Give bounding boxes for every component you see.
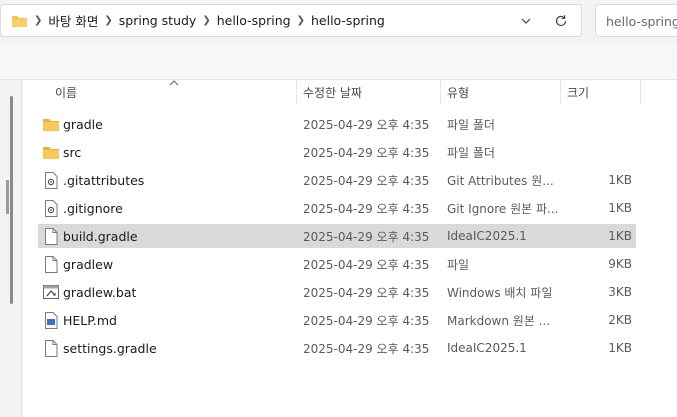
file-name: gradle <box>63 116 103 132</box>
nav-scroll-marker <box>6 180 9 214</box>
column-header-date[interactable]: 수정한 날짜 <box>303 80 433 104</box>
file-row[interactable]: gradlew.bat 2025-04-29 오후 4:35 Windows 배치 … <box>38 280 636 304</box>
column-divider[interactable] <box>440 80 441 104</box>
refresh-icon[interactable] <box>553 13 569 29</box>
batch-file-icon <box>41 280 61 304</box>
column-header-row: 이름 수정한 날짜 유형 크기 <box>23 80 677 104</box>
breadcrumb-item[interactable]: spring study <box>119 13 197 28</box>
address-bar[interactable]: ❯ 바탕 화면 ❯ spring study ❯ hello-spring ❯ … <box>0 4 582 37</box>
file-date: 2025-04-29 오후 4:35 <box>303 341 430 356</box>
navigation-pane[interactable] <box>0 80 22 417</box>
breadcrumb-item[interactable]: hello-spring <box>311 13 385 28</box>
breadcrumb-item[interactable]: 바탕 화면 <box>48 11 98 30</box>
file-date: 2025-04-29 오후 4:35 <box>303 285 430 300</box>
file-name: HELP.md <box>63 312 117 328</box>
file-name: src <box>63 144 82 160</box>
file-row[interactable]: gradlew 2025-04-29 오후 4:35 파일 9KB <box>38 252 636 276</box>
file-row[interactable]: build.gradle 2025-04-29 오후 4:35 IdeaIC2025… <box>38 224 636 248</box>
file-type: Git Ignore 원본 파... <box>447 201 559 216</box>
file-name: .gitattributes <box>63 172 145 188</box>
file-type: 파일 폴더 <box>447 145 495 160</box>
file-date: 2025-04-29 오후 4:35 <box>303 229 430 244</box>
file-icon <box>41 224 61 248</box>
file-size: 1KB <box>608 341 632 355</box>
folder-icon <box>41 140 61 164</box>
file-size: 3KB <box>608 285 632 299</box>
column-divider[interactable] <box>560 80 561 104</box>
file-date: 2025-04-29 오후 4:35 <box>303 257 430 272</box>
file-row[interactable]: settings.gradle 2025-04-29 오후 4:35 IdeaIC2… <box>38 336 636 360</box>
file-date: 2025-04-29 오후 4:35 <box>303 173 430 188</box>
file-type: IdeaIC2025.1 <box>447 229 527 243</box>
file-size: 2KB <box>608 313 632 327</box>
chevron-down-icon[interactable] <box>519 14 533 28</box>
file-icon <box>41 336 61 360</box>
breadcrumb-item[interactable]: hello-spring <box>217 13 291 28</box>
file-row[interactable]: gradle 2025-04-29 오후 4:35 파일 폴더 <box>38 112 636 136</box>
file-size: 1KB <box>608 229 632 243</box>
file-name: gradlew.bat <box>63 284 137 300</box>
search-placeholder: hello-spring 검 <box>606 14 677 29</box>
file-type: Git Attributes 원... <box>447 173 554 188</box>
file-name: .gitignore <box>63 200 123 216</box>
file-type: Windows 배치 파일 <box>447 285 553 300</box>
file-type: Markdown 원본 ... <box>447 313 551 328</box>
chevron-right-icon[interactable]: ❯ <box>202 15 210 26</box>
settings-file-icon <box>41 168 61 192</box>
column-header-type[interactable]: 유형 <box>447 80 557 104</box>
file-row[interactable]: src 2025-04-29 오후 4:35 파일 폴더 <box>38 140 636 164</box>
file-date: 2025-04-29 오후 4:35 <box>303 313 430 328</box>
chevron-right-icon[interactable]: ❯ <box>297 15 305 26</box>
folder-icon <box>41 112 61 136</box>
nav-scrollbar-thumb[interactable] <box>10 96 13 304</box>
file-icon <box>41 252 61 276</box>
command-bar <box>0 44 677 80</box>
file-date: 2025-04-29 오후 4:35 <box>303 145 430 160</box>
column-header-name[interactable]: 이름 <box>55 80 285 104</box>
search-input[interactable]: hello-spring 검 <box>595 4 677 37</box>
file-name: settings.gradle <box>63 340 157 356</box>
file-size: 9KB <box>608 257 632 271</box>
markdown-file-icon <box>41 308 61 332</box>
file-name: build.gradle <box>63 228 138 244</box>
file-size <box>578 140 632 164</box>
column-divider[interactable] <box>640 80 641 104</box>
file-date: 2025-04-29 오후 4:35 <box>303 201 430 216</box>
chevron-right-icon[interactable]: ❯ <box>104 15 112 26</box>
file-type: IdeaIC2025.1 <box>447 341 527 355</box>
file-explorer-window: ❯ 바탕 화면 ❯ spring study ❯ hello-spring ❯ … <box>0 0 677 417</box>
file-row[interactable]: .gitattributes 2025-04-29 오후 4:35 Git Attr… <box>38 168 636 192</box>
file-size: 1KB <box>608 201 632 215</box>
column-header-size[interactable]: 크기 <box>567 80 627 104</box>
chevron-right-icon[interactable]: ❯ <box>34 15 42 26</box>
file-row[interactable]: .gitignore 2025-04-29 오후 4:35 Git Ignore 원… <box>38 196 636 220</box>
file-date: 2025-04-29 오후 4:35 <box>303 117 430 132</box>
file-size <box>578 112 632 136</box>
file-row[interactable]: HELP.md 2025-04-29 오후 4:35 Markdown 원본 ...… <box>38 308 636 332</box>
file-list[interactable]: 이름 수정한 날짜 유형 크기 gradle 2025-04-29 오후 4:35… <box>23 80 677 417</box>
column-divider[interactable] <box>296 80 297 104</box>
settings-file-icon <box>41 196 61 220</box>
file-type: 파일 폴더 <box>447 117 495 132</box>
file-name: gradlew <box>63 256 114 272</box>
file-size: 1KB <box>608 173 632 187</box>
folder-icon <box>11 14 28 28</box>
file-type: 파일 <box>447 257 470 272</box>
